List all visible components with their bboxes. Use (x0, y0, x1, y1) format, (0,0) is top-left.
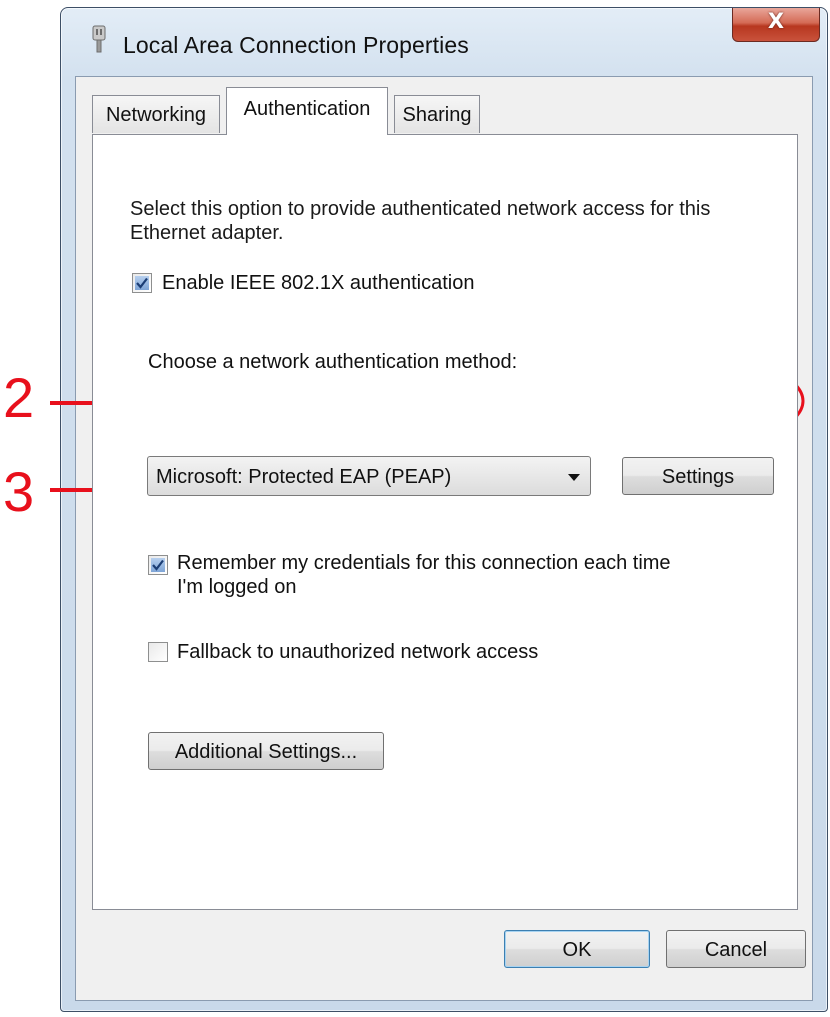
close-button[interactable]: X (732, 8, 820, 42)
annotation-step-3: 3 (3, 460, 35, 523)
enable-8021x-label[interactable]: Enable IEEE 802.1X authentication (162, 271, 474, 295)
fallback-label[interactable]: Fallback to unauthorized network access (177, 640, 538, 664)
title-bar[interactable]: Local Area Connection Properties X (61, 8, 827, 78)
annotation-step-2: 2 (3, 366, 35, 429)
properties-dialog: Local Area Connection Properties X Netwo… (60, 7, 828, 1012)
method-prompt: Choose a network authentication method: (148, 351, 518, 373)
checkmark-icon (151, 558, 165, 572)
authentication-description: Select this option to provide authentica… (130, 198, 711, 244)
settings-button[interactable]: Settings (622, 457, 774, 495)
cancel-button[interactable]: Cancel (666, 930, 806, 968)
auth-method-value: Microsoft: Protected EAP (PEAP) (156, 466, 452, 488)
ok-button[interactable]: OK (504, 930, 650, 968)
network-adapter-icon (92, 25, 106, 53)
auth-method-select[interactable]: Microsoft: Protected EAP (PEAP) (147, 456, 591, 496)
remember-credentials-label[interactable]: Remember my credentials for this connect… (177, 551, 687, 599)
close-icon: X (767, 9, 785, 33)
additional-settings-button[interactable]: Additional Settings... (148, 732, 384, 770)
chevron-down-icon (568, 474, 580, 481)
window-title: Local Area Connection Properties (123, 32, 469, 58)
enable-8021x-checkbox[interactable] (132, 273, 152, 293)
checkmark-icon (135, 276, 149, 290)
dialog-client-area: Networking Authentication Sharing Select… (75, 76, 813, 1001)
remember-credentials-checkbox[interactable] (148, 555, 168, 575)
panel-content: Select this option to provide authentica… (76, 77, 812, 1000)
fallback-checkbox[interactable] (148, 642, 168, 662)
